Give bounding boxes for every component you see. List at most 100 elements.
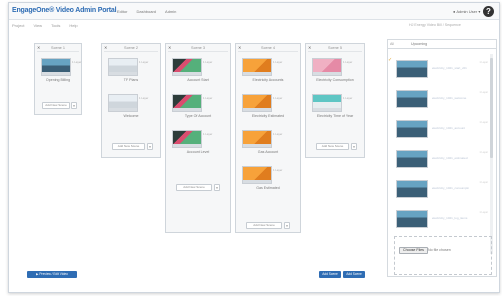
media-badge: 1 Layer <box>479 121 488 124</box>
media-thumbnail <box>396 120 428 138</box>
thumb-caption-bar <box>313 108 341 111</box>
scroll-thumb[interactable] <box>490 58 493 158</box>
media-name: electricity_1021_consumptn <box>432 186 470 190</box>
panel-scrollbar[interactable] <box>490 54 493 254</box>
thumb-caption-bar <box>173 144 201 147</box>
thumb-caption-bar <box>313 72 341 75</box>
scene-column-5: ✕ Scene 5 1 Layer Electricity Consumptio… <box>305 43 365 158</box>
media-item[interactable]: electricity_1021_consumptn 1 Layer <box>396 180 490 200</box>
clip-thumbnail[interactable] <box>242 58 272 76</box>
thumb-caption-bar <box>173 108 201 111</box>
scene-column-1: ✕ Scene 1 1 Layer Opening Billing Add Ne… <box>34 43 82 115</box>
clip-tag: 1 Layer <box>139 96 149 100</box>
clip-label: Electricity Accounts <box>252 78 284 82</box>
preview-button[interactable]: ▶ Preview / Edit Video <box>27 271 77 278</box>
thumb-caption-bar <box>109 72 137 75</box>
nav-admin[interactable]: Admin <box>165 9 176 14</box>
media-item[interactable]: electricity_1021_estimated 1 Layer <box>396 150 490 170</box>
add-scene-button[interactable]: Add New Scene <box>316 143 349 150</box>
thumb-caption-bar <box>243 72 271 75</box>
tab-all[interactable]: All <box>390 42 394 46</box>
scene-column-3: ✕ Scene 3 1 Layer Account Start 1 Layer … <box>165 43 231 233</box>
clip-tag: 1 Layer <box>343 60 353 64</box>
thumb-caption-bar <box>173 72 201 75</box>
scene-column-2: ✕ Scene 2 1 Layer TF Plans 1 Layer Welco… <box>101 43 161 158</box>
media-badge: 1 Layer <box>479 151 488 154</box>
clip-label: Gas Estimated <box>256 186 280 190</box>
clip-label: Electricity Consumption <box>316 78 354 82</box>
media-panel: All Upcoming ✓ electricity_1021_start_v0… <box>387 39 497 277</box>
help-icon[interactable]: ? <box>483 6 494 17</box>
media-item[interactable]: electricity_1021_start_v01 1 Layer <box>396 60 490 80</box>
clip-thumbnail[interactable] <box>242 166 272 184</box>
media-item[interactable]: electricity_1021_account 1 Layer <box>396 120 490 140</box>
bottom-bar: ▶ Preview / Edit Video Add Scene Add Sce… <box>23 271 493 281</box>
clip-tag: 1 Layer <box>203 132 213 136</box>
clip-tag: 1 Layer <box>203 96 213 100</box>
media-item[interactable]: electricity_1021_log_items 1 Layer <box>396 210 490 230</box>
clip-label: Welcome <box>123 114 139 118</box>
media-badge: 1 Layer <box>479 61 488 64</box>
clip-tag: 1 Layer <box>273 132 283 136</box>
scene-title: Scene 3 <box>168 46 228 52</box>
clip-tag: 1 Layer <box>273 168 283 172</box>
menu-tools[interactable]: Tools <box>51 23 60 28</box>
clip-tag: 1 Layer <box>139 60 149 64</box>
thumb-caption-bar <box>42 72 70 75</box>
scene-title: Scene 5 <box>308 46 362 52</box>
clip-label: Electricity Estimated <box>251 114 285 118</box>
media-name: electricity_1021_estimated <box>432 156 468 160</box>
app-brand[interactable]: EngageOne® Video Admin Portal <box>12 7 117 14</box>
clip-thumbnail[interactable] <box>172 58 202 76</box>
add-scene-primary-button[interactable]: Add Scene <box>319 271 341 278</box>
clip-tag: 1 Layer <box>72 60 82 64</box>
clip-label: Electricity Time of Year <box>316 114 354 118</box>
clip-thumbnail[interactable] <box>108 58 138 76</box>
tab-upcoming[interactable]: Upcoming <box>411 42 427 46</box>
clip-thumbnail[interactable] <box>108 94 138 112</box>
upload-dropzone[interactable]: Choose Files No file chosen <box>394 236 492 275</box>
thumb-caption-bar <box>243 108 271 111</box>
clip-thumbnail[interactable] <box>242 94 272 112</box>
chevron-down-icon: ▾ <box>477 9 481 14</box>
thumb-caption-bar <box>243 180 271 183</box>
file-status: No file chosen <box>428 248 451 252</box>
clip-thumbnail[interactable] <box>172 130 202 148</box>
add-scene-button[interactable]: Add New Scene <box>112 143 145 150</box>
clip-thumbnail[interactable] <box>312 94 342 112</box>
clip-thumbnail[interactable] <box>242 130 272 148</box>
chevron-down-icon[interactable]: ▾ <box>71 102 77 109</box>
top-nav: Editor Dashboard Admin <box>117 9 176 14</box>
user-menu[interactable]: ● Admin User ▾ <box>453 9 480 14</box>
media-name: electricity_1021_log_items <box>432 216 468 220</box>
media-thumbnail <box>396 60 428 78</box>
menu-help[interactable]: Help <box>69 23 77 28</box>
media-name: electricity_1021_welcome <box>432 96 467 100</box>
scene-title: Scene 2 <box>104 46 158 52</box>
clip-label: Type Of Account <box>184 114 212 118</box>
add-scene-secondary-button[interactable]: Add Scene <box>343 271 365 278</box>
breadcrumb: HJ Energy Video Bill / Sequence <box>409 23 461 27</box>
clip-label: Opening Billing <box>45 78 71 82</box>
clip-thumbnail[interactable] <box>312 58 342 76</box>
nav-editor[interactable]: Editor <box>117 9 127 14</box>
chevron-down-icon[interactable]: ▾ <box>351 143 357 150</box>
media-thumbnail <box>396 210 428 228</box>
add-scene-button[interactable]: Add New Scene <box>246 222 282 229</box>
chevron-down-icon[interactable]: ▾ <box>147 143 153 150</box>
clip-thumbnail[interactable] <box>172 94 202 112</box>
media-item[interactable]: electricity_1021_welcome 1 Layer <box>396 90 490 110</box>
menu: Project View Tools Help <box>12 23 78 28</box>
choose-files-button[interactable]: Choose Files <box>399 247 428 254</box>
media-thumbnail <box>396 180 428 198</box>
clip-thumbnail[interactable] <box>41 58 71 76</box>
add-scene-button[interactable]: Add New Scene <box>176 184 212 191</box>
clip-label: Account Start <box>187 78 209 82</box>
media-name: electricity_1021_start_v01 <box>432 66 467 70</box>
add-scene-button[interactable]: Add New Scene <box>42 102 70 109</box>
chevron-down-icon[interactable]: ▾ <box>214 184 220 191</box>
chevron-down-icon[interactable]: ▾ <box>284 222 290 229</box>
menu-project[interactable]: Project <box>12 23 24 28</box>
nav-dashboard[interactable]: Dashboard <box>136 9 156 14</box>
menu-view[interactable]: View <box>33 23 42 28</box>
